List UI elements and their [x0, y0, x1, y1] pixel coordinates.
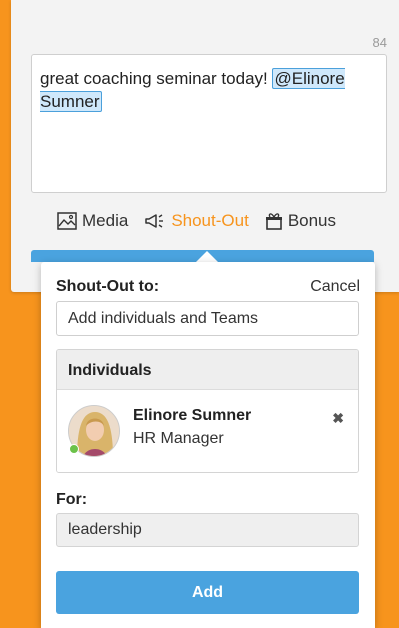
individuals-panel: Individuals Elinore Sumner HR Manager ✖ [56, 349, 359, 473]
close-icon[interactable]: ✖ [332, 410, 344, 427]
post-text: great coaching seminar today! [40, 69, 273, 88]
popover-header: Shout-Out to: Cancel [56, 278, 360, 296]
bonus-button[interactable]: Bonus [265, 211, 336, 231]
post-action-bar: Media Shout-Out Bonus [57, 208, 336, 234]
post-text-area[interactable]: great coaching seminar today! @Elinore S… [31, 54, 387, 193]
for-label: For: [56, 491, 88, 508]
megaphone-icon [145, 214, 164, 228]
character-count: 84 [372, 35, 387, 50]
image-icon [57, 212, 77, 230]
reason-field[interactable] [56, 513, 359, 547]
shout-out-button[interactable]: Shout-Out [144, 211, 249, 231]
bonus-label: Bonus [287, 211, 337, 230]
gift-icon [265, 213, 282, 230]
add-button[interactable]: Add [56, 571, 359, 614]
individuals-header: Individuals [57, 350, 358, 390]
recipient-search-input[interactable] [56, 301, 359, 336]
media-label: Media [82, 211, 129, 230]
shout-out-label: Shout-Out [171, 211, 249, 230]
list-item: Elinore Sumner HR Manager ✖ [57, 390, 358, 472]
cancel-button[interactable]: Cancel [310, 278, 360, 296]
media-button[interactable]: Media [57, 211, 128, 231]
post-composer-card: 84 great coaching seminar today! @Elinor… [11, 0, 399, 292]
popover-arrow [196, 251, 218, 262]
person-role: HR Manager [133, 430, 224, 447]
shout-out-popover: Shout-Out to: Cancel Individuals Elinore… [41, 262, 375, 628]
popover-title: Shout-Out to: [56, 278, 160, 295]
person-name: Elinore Sumner [133, 407, 252, 424]
online-status-dot [69, 444, 79, 454]
